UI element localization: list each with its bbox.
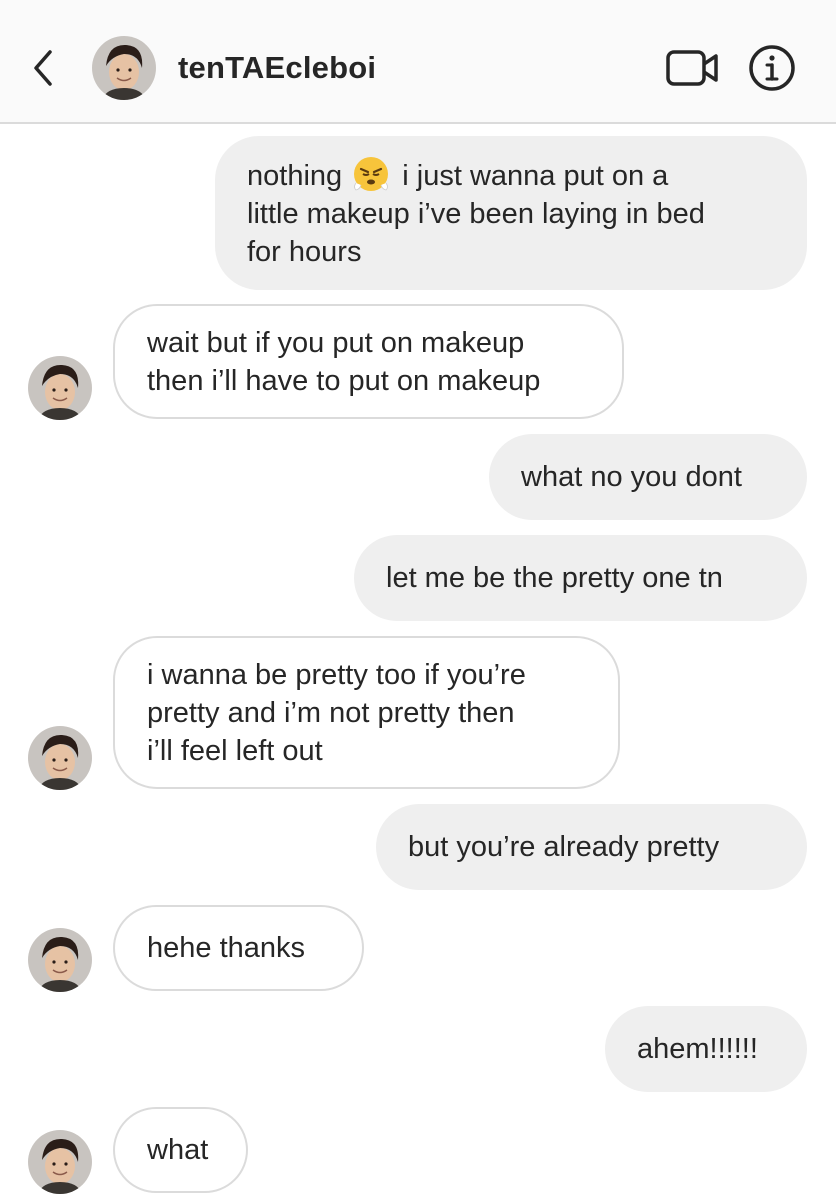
info-icon bbox=[749, 45, 795, 91]
sender-avatar[interactable] bbox=[28, 1130, 92, 1194]
received-message[interactable]: what bbox=[113, 1107, 248, 1193]
video-call-button[interactable] bbox=[664, 48, 720, 88]
sender-avatar[interactable] bbox=[28, 928, 92, 992]
message-text: i just wanna put on a bbox=[402, 160, 669, 192]
message-text: let me be the pretty one tn bbox=[386, 562, 723, 594]
received-message[interactable]: hehe thanks bbox=[113, 905, 364, 991]
message-text: hehe thanks bbox=[147, 932, 306, 964]
video-camera-icon bbox=[666, 50, 718, 86]
message-text: wait but if you put on makeup bbox=[147, 326, 525, 359]
message-text: pretty and i’m not pretty then bbox=[147, 696, 515, 729]
message-text: little makeup i’ve been laying in bed bbox=[247, 198, 705, 230]
sent-message[interactable]: let me be the pretty one tn bbox=[354, 535, 807, 621]
back-button[interactable] bbox=[26, 44, 62, 92]
message-text: what bbox=[147, 1134, 209, 1166]
info-button[interactable] bbox=[748, 44, 796, 92]
message-text: i wanna be pretty too if you’re bbox=[147, 658, 526, 691]
chevron-left-icon bbox=[34, 50, 52, 86]
sent-message[interactable]: what no you dont bbox=[489, 434, 807, 520]
sent-message[interactable]: but you’re already pretty bbox=[376, 804, 807, 890]
message-text: what no you dont bbox=[521, 461, 742, 493]
message-text: for hours bbox=[247, 236, 362, 268]
chat-username[interactable]: tenTAEcleboi bbox=[178, 50, 376, 86]
sent-message[interactable]: ahem!!!!!! bbox=[605, 1006, 807, 1092]
sender-avatar[interactable] bbox=[28, 726, 92, 790]
message-text: i’ll feel left out bbox=[147, 734, 323, 767]
sent-message[interactable]: nothing i just wanna put on a little mak… bbox=[215, 136, 807, 290]
sender-avatar[interactable] bbox=[28, 356, 92, 420]
received-message[interactable]: wait but if you put on makeup then i’ll … bbox=[113, 304, 624, 419]
header-avatar[interactable] bbox=[92, 36, 156, 100]
message-text: nothing bbox=[247, 160, 343, 192]
received-message[interactable]: i wanna be pretty too if you’re pretty a… bbox=[113, 636, 620, 789]
frustrated-face-emoji bbox=[354, 157, 389, 191]
message-text: but you’re already pretty bbox=[408, 831, 720, 863]
chat-header: tenTAEcleboi bbox=[0, 0, 836, 124]
message-text: then i’ll have to put on makeup bbox=[147, 364, 541, 397]
message-text: ahem!!!!!! bbox=[637, 1033, 758, 1065]
